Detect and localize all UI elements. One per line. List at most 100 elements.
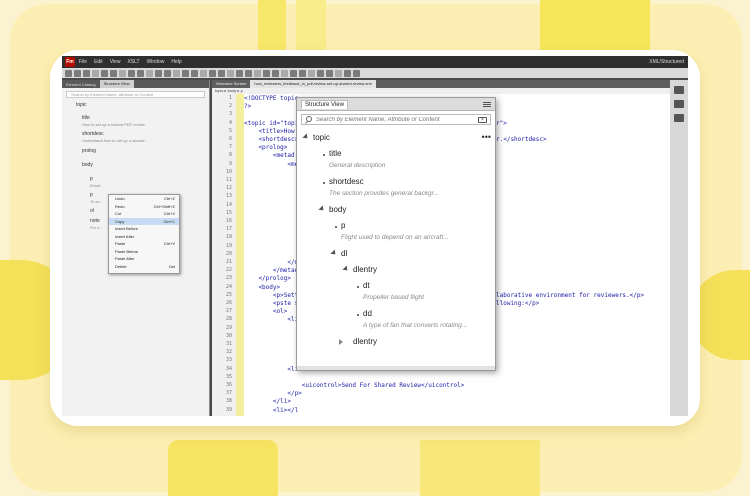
- code-line[interactable]: <metad: [244, 152, 295, 159]
- structure-node-dl[interactable]: dl: [341, 249, 347, 258]
- code-line[interactable]: <prolog>: [244, 144, 287, 151]
- hamburger-menu-icon[interactable]: [483, 101, 491, 107]
- expand-toggle-icon[interactable]: [342, 265, 350, 273]
- validate-icon[interactable]: [254, 69, 261, 77]
- wysiwyg-icon[interactable]: [308, 69, 315, 77]
- menu-help[interactable]: Help: [171, 59, 181, 65]
- bold-icon[interactable]: [155, 69, 162, 77]
- menu-window[interactable]: Window: [147, 59, 165, 65]
- code-line[interactable]: <li: [244, 316, 298, 323]
- structure-node-shortdesc[interactable]: shortdesc: [329, 177, 364, 186]
- left-node-shortdesc[interactable]: shortdesc: [82, 131, 104, 137]
- chart-icon[interactable]: [326, 69, 333, 77]
- code-line[interactable]: <title>How: [244, 128, 294, 135]
- left-node-prolog[interactable]: prolog: [82, 148, 96, 154]
- clear-search-icon[interactable]: ×: [478, 117, 487, 123]
- image-icon[interactable]: [209, 69, 216, 77]
- code-line[interactable]: </prolog>: [244, 275, 291, 282]
- left-node-p[interactable]: p: [90, 192, 93, 198]
- spell-icon[interactable]: [227, 69, 234, 77]
- collapse-toggle-icon[interactable]: [339, 339, 343, 345]
- code-line[interactable]: <uicontrol>Send For Shared Review</uicon…: [244, 382, 465, 389]
- breadcrumb[interactable]: topic ▸ body ▸ p: [212, 88, 670, 94]
- attribute-icon[interactable]: [245, 69, 252, 77]
- code-line[interactable]: <pste s: [244, 300, 298, 307]
- open-icon[interactable]: [74, 69, 81, 77]
- left-node-body[interactable]: body: [82, 162, 93, 168]
- structure-node-dlentry[interactable]: dlentry: [353, 265, 377, 274]
- panel-icon[interactable]: [674, 114, 684, 122]
- code-line[interactable]: </li>: [244, 398, 291, 405]
- structure-node-dlentry[interactable]: dlentry: [353, 337, 377, 346]
- map-icon[interactable]: [281, 69, 288, 77]
- panel-icon[interactable]: [674, 100, 684, 108]
- menu-edit[interactable]: Edit: [94, 59, 103, 65]
- find-icon[interactable]: [146, 69, 153, 77]
- sigma-icon[interactable]: [317, 69, 324, 77]
- context-menu-item[interactable]: Paste After: [109, 255, 179, 263]
- panel-icon[interactable]: [674, 86, 684, 94]
- paste-icon[interactable]: [119, 69, 126, 77]
- print-icon[interactable]: [92, 69, 99, 77]
- underline-icon[interactable]: [173, 69, 180, 77]
- code-line[interactable]: </metad: [244, 267, 298, 274]
- left-node-note[interactable]: note: [90, 218, 100, 224]
- copy-icon[interactable]: [110, 69, 117, 77]
- code-line[interactable]: <p>Sett: [244, 292, 298, 299]
- undo-icon[interactable]: [128, 69, 135, 77]
- code-line[interactable]: <body>: [244, 284, 280, 291]
- tab-element-catalog[interactable]: Element Catalog: [62, 82, 100, 87]
- code-line-tail[interactable]: llowing:</p>: [496, 300, 539, 307]
- code-line[interactable]: <ol>: [244, 308, 287, 315]
- code-line[interactable]: <me: [244, 161, 298, 168]
- cut-icon[interactable]: [101, 69, 108, 77]
- code-line[interactable]: </m: [244, 259, 298, 266]
- left-search-input[interactable]: Search by Element Name, Attribute or Con…: [66, 91, 205, 98]
- structure-node-title[interactable]: title: [329, 149, 341, 158]
- structure-search-field[interactable]: ×: [301, 114, 491, 125]
- left-node-topic[interactable]: topic: [76, 102, 87, 108]
- expand-toggle-icon[interactable]: [302, 133, 310, 141]
- indent-icon[interactable]: [335, 69, 342, 77]
- list-icon[interactable]: [191, 69, 198, 77]
- workspace-selector[interactable]: XML/Structured: [649, 59, 684, 65]
- outdent-icon[interactable]: [344, 69, 351, 77]
- context-menu-item[interactable]: Undo Ctrl+Z: [109, 195, 179, 203]
- tab-structure-view[interactable]: Structure View: [99, 80, 134, 88]
- structure-node-dt[interactable]: dt: [363, 281, 370, 290]
- table-icon[interactable]: [200, 69, 207, 77]
- left-node-title[interactable]: title: [82, 115, 90, 121]
- menu-file[interactable]: File: [79, 59, 87, 65]
- context-menu-item[interactable]: Paste Before: [109, 248, 179, 256]
- menu-xslt[interactable]: XSLT: [127, 59, 139, 65]
- code-view-icon[interactable]: [290, 69, 297, 77]
- code-line[interactable]: <li>: [244, 407, 287, 414]
- align-icon[interactable]: [182, 69, 189, 77]
- menu-view[interactable]: View: [110, 59, 121, 65]
- left-node-ol[interactable]: ol: [90, 208, 94, 214]
- code-line[interactable]: <!DOCTYPE topic: [244, 95, 298, 102]
- new-icon[interactable]: [65, 69, 72, 77]
- code-line[interactable]: <li: [244, 366, 298, 373]
- link-icon[interactable]: [218, 69, 225, 77]
- left-node-p[interactable]: p: [90, 176, 93, 182]
- context-menu-item[interactable]: Insert Before: [109, 225, 179, 233]
- preview-icon[interactable]: [263, 69, 270, 77]
- italic-icon[interactable]: [164, 69, 171, 77]
- code-line-tail[interactable]: r.</shortdesc>: [496, 136, 547, 143]
- context-menu-item-copy[interactable]: Copy Ctrl+C: [109, 217, 179, 225]
- structure-search-input[interactable]: [316, 116, 476, 124]
- code-line-tail[interactable]: r">: [496, 120, 507, 127]
- redo-icon[interactable]: [137, 69, 144, 77]
- code-line[interactable]: <topic id="topi: [244, 120, 298, 127]
- structure-node-body[interactable]: body: [329, 205, 346, 214]
- expand-toggle-icon[interactable]: [330, 249, 338, 257]
- context-menu-item[interactable]: Delete Del: [109, 263, 179, 271]
- publish-icon[interactable]: [272, 69, 279, 77]
- context-menu-item[interactable]: Insert After: [109, 233, 179, 241]
- expand-toggle-icon[interactable]: [318, 205, 326, 213]
- save-icon[interactable]: [83, 69, 90, 77]
- help-icon[interactable]: [353, 69, 360, 77]
- code-line-tail[interactable]: laborative environment for reviewers.</p…: [496, 292, 644, 299]
- tab-document[interactable]: how_reviewers_feedback_in_pdf-review-set…: [250, 80, 376, 88]
